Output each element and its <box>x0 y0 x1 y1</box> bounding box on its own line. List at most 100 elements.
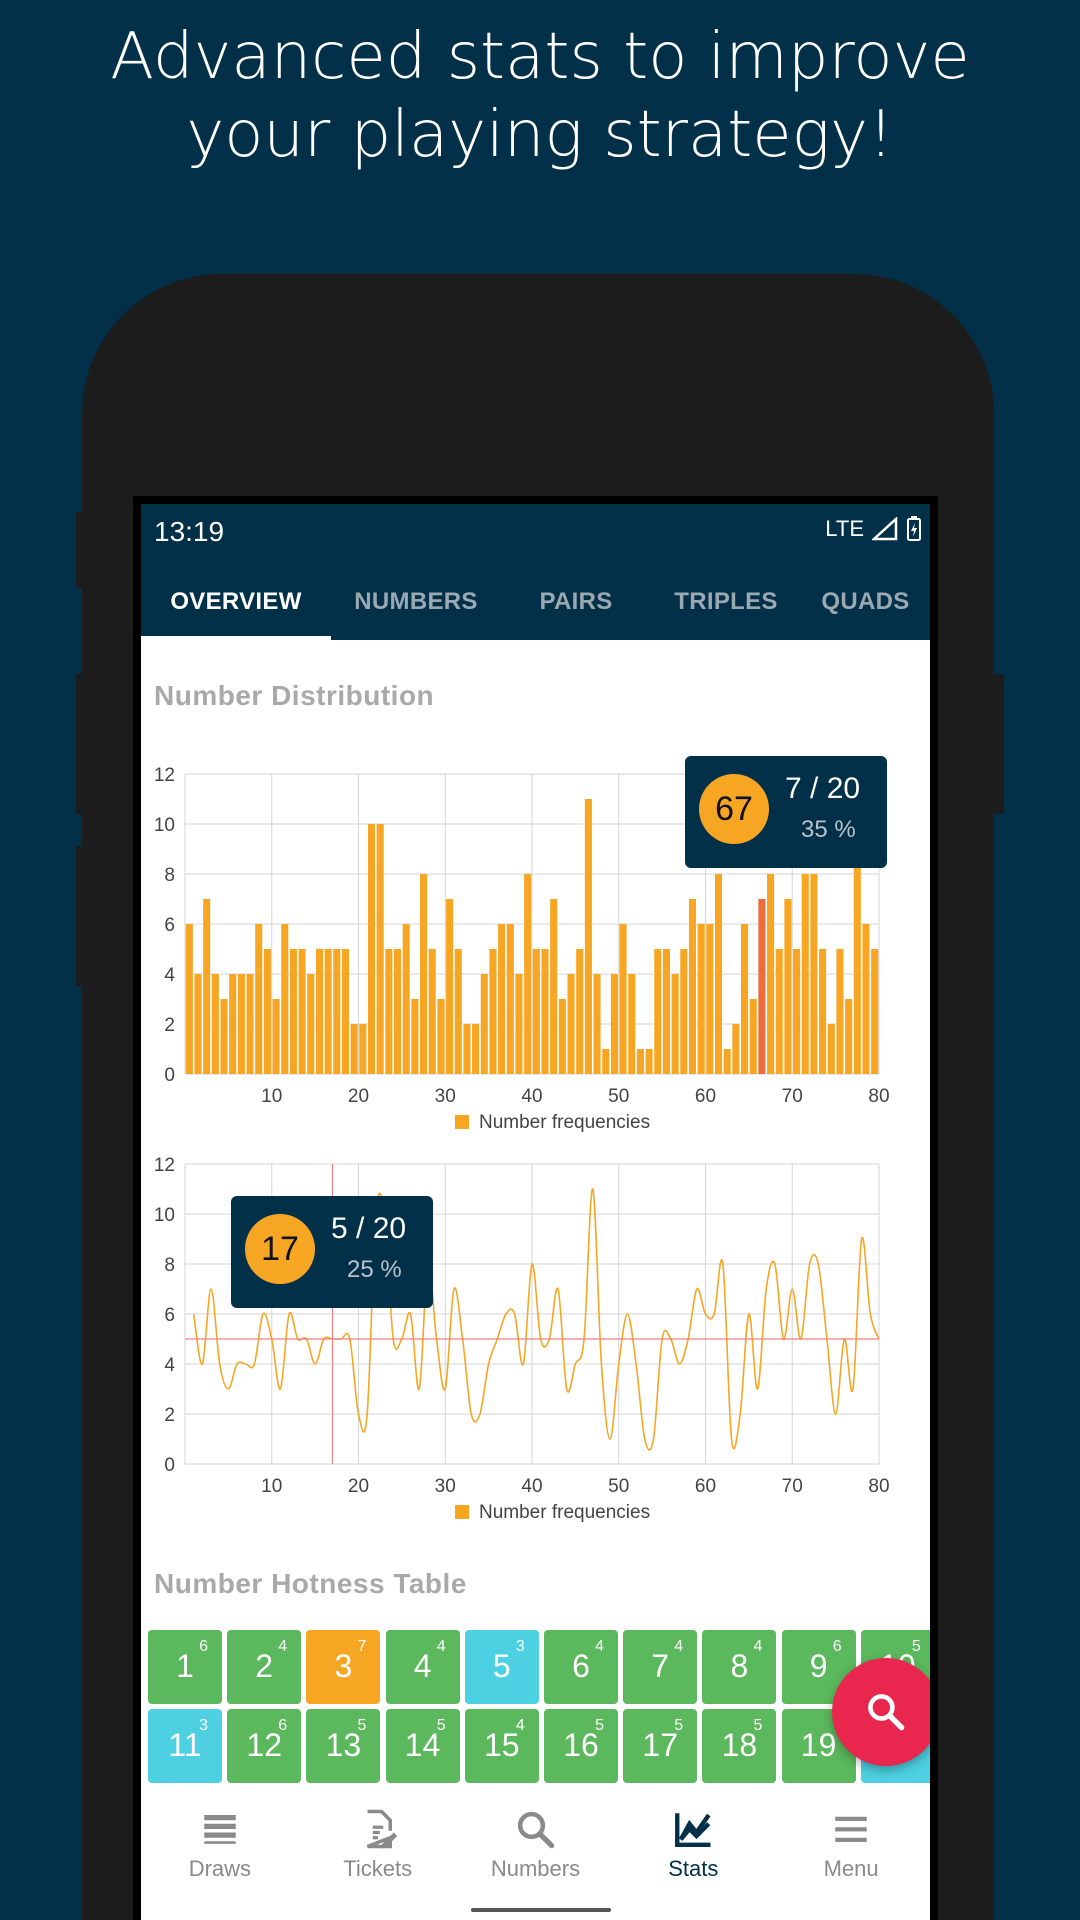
bar <box>827 1024 835 1074</box>
hotness-cell[interactable]: 24 <box>227 1630 302 1704</box>
bar <box>853 849 861 1074</box>
x-tick-label: 20 <box>348 1476 369 1497</box>
bar <box>671 974 679 1074</box>
bar <box>489 949 497 1074</box>
tooltip-fraction: 5 / 20 <box>331 1212 407 1245</box>
x-tick-label: 30 <box>435 1476 456 1497</box>
bar <box>428 949 436 1074</box>
hotness-cell[interactable]: 16 <box>148 1630 222 1704</box>
x-tick-label: 20 <box>348 1086 369 1107</box>
search-fab[interactable] <box>832 1658 930 1766</box>
hotness-cell[interactable]: 13 5 <box>306 1709 381 1783</box>
bar <box>602 1049 610 1074</box>
y-tick-label: 2 <box>164 1405 175 1426</box>
bar <box>211 974 219 1074</box>
bar <box>819 949 827 1074</box>
bar <box>324 949 332 1074</box>
hotness-number: 13 <box>325 1727 362 1763</box>
bar <box>558 999 566 1074</box>
x-tick-label: 80 <box>868 1086 889 1107</box>
bar <box>680 949 688 1074</box>
nav-item-numbers[interactable]: Numbers <box>457 1788 615 1920</box>
hotness-cell[interactable]: 11 3 <box>148 1709 222 1783</box>
bar <box>463 1024 471 1074</box>
bar <box>246 974 254 1074</box>
hotness-cell[interactable]: 18 5 <box>702 1709 777 1783</box>
hotness-cell[interactable]: 44 <box>385 1630 460 1704</box>
tooltip-number: 17 <box>245 1214 315 1284</box>
bar <box>350 1024 358 1074</box>
y-tick-label: 2 <box>164 1015 175 1036</box>
hotness-cell[interactable]: 64 <box>544 1630 618 1704</box>
nav-item-tickets[interactable]: Tickets <box>299 1788 457 1920</box>
tooltip-percent: 25 % <box>347 1256 402 1283</box>
tooltip-percent: 35 % <box>801 816 856 843</box>
tab-quads[interactable]: QUADS <box>801 564 930 640</box>
bar <box>610 974 618 1074</box>
hotness-number: 3 <box>334 1648 353 1684</box>
bar <box>498 924 506 1074</box>
nav-label: Menu <box>823 1856 879 1881</box>
x-tick-label: 30 <box>435 1086 456 1107</box>
bar <box>281 924 289 1074</box>
y-tick-label: 0 <box>164 1065 175 1086</box>
tab-triples[interactable]: TRIPLES <box>651 564 801 640</box>
bar <box>576 949 584 1074</box>
x-tick-label: 80 <box>868 1476 889 1497</box>
headline-line-1: Advanced stats to improve <box>110 20 970 94</box>
hotness-count: 5 <box>753 1717 763 1734</box>
phone-side-button <box>76 512 88 588</box>
hotness-cell[interactable]: 14 5 <box>385 1709 460 1783</box>
hotness-cell[interactable]: 15 4 <box>464 1709 539 1783</box>
bar <box>645 1049 653 1074</box>
hotness-cell[interactable]: 17 5 <box>623 1709 698 1783</box>
bar <box>767 874 775 1074</box>
bar <box>472 1024 480 1074</box>
bar <box>793 949 801 1074</box>
bar <box>376 824 384 1074</box>
y-tick-label: 10 <box>154 815 175 836</box>
nav-item-draws[interactable]: Draws <box>141 1788 299 1920</box>
menu-icon <box>835 1816 867 1842</box>
nav-label: Tickets <box>343 1856 413 1881</box>
tooltip-number: 67 <box>699 774 769 844</box>
hotness-count: 4 <box>515 1717 525 1734</box>
nav-label: Draws <box>188 1856 252 1881</box>
phone-side-button <box>76 846 88 986</box>
hotness-cell[interactable]: 12 6 <box>227 1709 302 1783</box>
y-tick-label: 4 <box>164 1355 175 1376</box>
nav-item-menu[interactable]: Menu <box>772 1788 930 1920</box>
bar <box>758 899 766 1074</box>
hotness-cell[interactable]: 84 <box>702 1630 777 1704</box>
hotness-cell[interactable]: 37 <box>306 1630 381 1704</box>
nav-item-stats[interactable]: Stats <box>614 1788 772 1920</box>
bar <box>801 874 809 1074</box>
tab-overview[interactable]: OVERVIEW <box>141 564 331 640</box>
tab-pairs[interactable]: PAIRS <box>501 564 651 640</box>
y-tick-label: 8 <box>164 865 175 886</box>
bar <box>714 874 723 1074</box>
tab-numbers[interactable]: NUMBERS <box>331 564 501 640</box>
bar <box>810 874 818 1074</box>
y-tick-label: 0 <box>164 1455 175 1476</box>
hotness-number: 5 <box>492 1648 511 1684</box>
bar <box>194 974 202 1074</box>
hotness-cell[interactable]: 16 5 <box>544 1709 618 1783</box>
hotness-cell[interactable]: 53 <box>464 1630 539 1704</box>
bar <box>394 949 402 1074</box>
promo-headline: Advanced stats to improve your playing s… <box>0 18 1080 174</box>
y-tick-label: 10 <box>154 1205 175 1226</box>
line-chart: 0 2 4 6 8 10 12 10 20 30 40 50 60 70 80 Number frequenc… <box>154 1155 890 1523</box>
bar <box>706 924 714 1074</box>
bar <box>411 999 419 1074</box>
bar <box>741 924 749 1074</box>
distribution-title: Number Distribution <box>154 680 435 711</box>
hotness-count: 5 <box>595 1717 604 1734</box>
home-indicator[interactable] <box>471 1908 611 1912</box>
hotness-cell[interactable]: 74 <box>623 1630 698 1704</box>
search-icon <box>868 1694 905 1731</box>
bar <box>307 974 315 1074</box>
bar <box>749 999 757 1074</box>
bar <box>688 899 697 1074</box>
hotness-count: 5 <box>436 1717 446 1734</box>
